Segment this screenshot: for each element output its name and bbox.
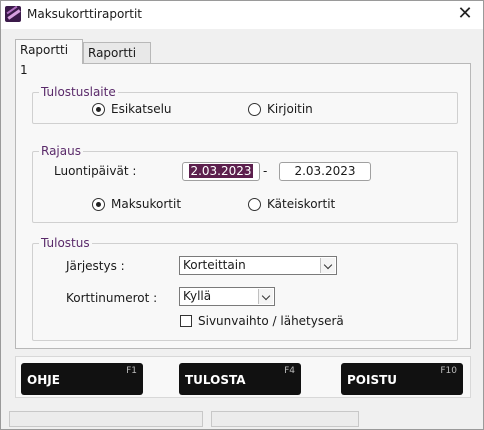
radio-payment-cards[interactable]: Maksukortit <box>92 197 181 211</box>
print-button-key: F4 <box>284 366 295 376</box>
report-window: Maksukorttiraportit ✕ Raportti 1 Raportt… <box>0 0 484 430</box>
order-select[interactable]: Korteittain <box>179 256 337 275</box>
radio-printer-indicator[interactable] <box>248 102 261 116</box>
tab-raportti-1[interactable]: Raportti 1 <box>15 39 83 77</box>
page-break-label: Sivunvaihto / lähetyserä <box>198 314 344 328</box>
status-cell-2 <box>211 411 359 427</box>
scope-group: Rajaus Luontipäivät : 2.03.2023 - 2.03.2… <box>32 144 458 223</box>
radio-payment-cards-indicator[interactable] <box>92 197 105 211</box>
output-device-title: Tulostuslaite <box>39 85 118 99</box>
creation-dates-label: Luontipäivät : <box>54 164 137 178</box>
status-bar <box>1 405 483 429</box>
exit-button[interactable]: POISTU F10 <box>341 363 463 395</box>
date-from-value: 2.03.2023 <box>189 164 253 178</box>
printing-group: Tulostus Järjestys : Korteittain Korttin… <box>32 236 458 341</box>
chevron-down-icon[interactable] <box>258 289 273 304</box>
radio-preview[interactable]: Esikatselu <box>92 102 172 116</box>
chevron-down-icon[interactable] <box>320 258 335 273</box>
radio-preview-label: Esikatselu <box>111 102 172 116</box>
radio-printer-label: Kirjoitin <box>267 102 313 116</box>
radio-cash-cards-indicator[interactable] <box>248 197 261 211</box>
page-break-checkbox-box[interactable] <box>180 315 192 327</box>
exit-button-label: POISTU <box>347 373 398 387</box>
date-to-input[interactable]: 2.03.2023 <box>279 162 371 181</box>
order-select-value: Korteittain <box>183 258 246 272</box>
print-button-label: TULOSTA <box>185 373 246 387</box>
card-numbers-select[interactable]: Kyllä <box>179 287 275 306</box>
app-icon <box>5 6 21 22</box>
radio-printer[interactable]: Kirjoitin <box>248 102 313 116</box>
card-numbers-label: Korttinumerot : <box>66 291 158 305</box>
printing-title: Tulostus <box>39 236 92 250</box>
date-separator: - <box>263 164 268 178</box>
card-numbers-select-value: Kyllä <box>183 289 212 303</box>
tab-raportti-2[interactable]: Raportti 2 <box>83 42 151 80</box>
title-bar: Maksukorttiraportit ✕ <box>1 1 483 29</box>
date-from-input[interactable]: 2.03.2023 <box>182 162 260 181</box>
tab-panel: Tulostuslaite Esikatselu Kirjoitin Rajau… <box>15 63 471 349</box>
radio-cash-cards[interactable]: Käteiskortit <box>248 197 335 211</box>
help-button[interactable]: OHJE F1 <box>21 363 143 395</box>
help-button-label: OHJE <box>27 373 60 387</box>
window-title: Maksukorttiraportit <box>27 7 142 21</box>
order-label: Järjestys : <box>66 259 125 273</box>
help-button-key: F1 <box>126 366 137 376</box>
page-break-checkbox[interactable]: Sivunvaihto / lähetyserä <box>180 314 344 328</box>
close-button[interactable]: ✕ <box>447 1 483 29</box>
print-button[interactable]: TULOSTA F4 <box>179 363 301 395</box>
radio-payment-cards-label: Maksukortit <box>111 197 182 211</box>
output-device-group: Tulostuslaite Esikatselu Kirjoitin <box>32 85 458 124</box>
radio-preview-indicator[interactable] <box>92 102 105 116</box>
radio-cash-cards-label: Käteiskortit <box>267 197 336 211</box>
exit-button-key: F10 <box>440 366 457 376</box>
status-cell-1 <box>9 411 203 427</box>
scope-title: Rajaus <box>39 144 83 158</box>
